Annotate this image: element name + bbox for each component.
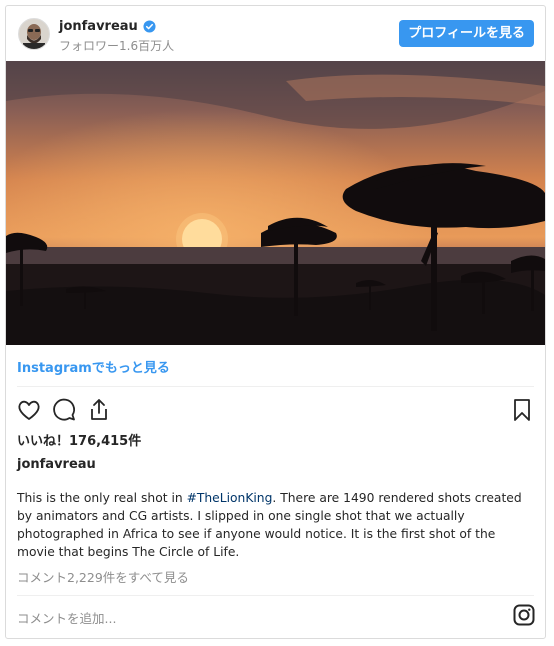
verified-icon: [143, 19, 156, 33]
like-count[interactable]: いいね！176,415件: [17, 430, 141, 449]
action-bar: [6, 396, 545, 426]
post-header: jonfavreau フォロワー1.6百万人 プロフィールを見る: [6, 6, 545, 61]
view-profile-button[interactable]: プロフィールを見る: [399, 20, 534, 47]
view-all-comments-link[interactable]: コメント2,229件をすべて見る: [17, 567, 189, 586]
divider: [17, 386, 534, 387]
follower-count: フォロワー1.6百万人: [59, 39, 175, 53]
caption-text: This is the only real shot in: [17, 491, 187, 505]
instagram-embed-card: jonfavreau フォロワー1.6百万人 プロフィールを見る Instagr…: [5, 5, 546, 639]
add-comment-input[interactable]: コメントを追加...: [17, 608, 116, 627]
divider: [17, 595, 534, 596]
heart-icon[interactable]: [15, 396, 43, 424]
comment-icon[interactable]: [50, 396, 78, 424]
username-row: jonfavreau: [59, 17, 156, 35]
post-caption: This is the only real shot in #TheLionKi…: [17, 489, 536, 561]
sunset-photo: [6, 61, 545, 345]
avatar[interactable]: [18, 18, 50, 50]
post-image[interactable]: [6, 61, 545, 345]
view-more-on-instagram-link[interactable]: Instagramでもっと見る: [17, 357, 170, 376]
share-icon[interactable]: [85, 396, 113, 424]
caption-username[interactable]: jonfavreau: [17, 457, 96, 472]
hashtag-link[interactable]: #TheLionKing: [187, 491, 273, 505]
bookmark-icon[interactable]: [508, 396, 536, 424]
instagram-icon[interactable]: [513, 604, 535, 626]
username[interactable]: jonfavreau: [59, 19, 138, 34]
